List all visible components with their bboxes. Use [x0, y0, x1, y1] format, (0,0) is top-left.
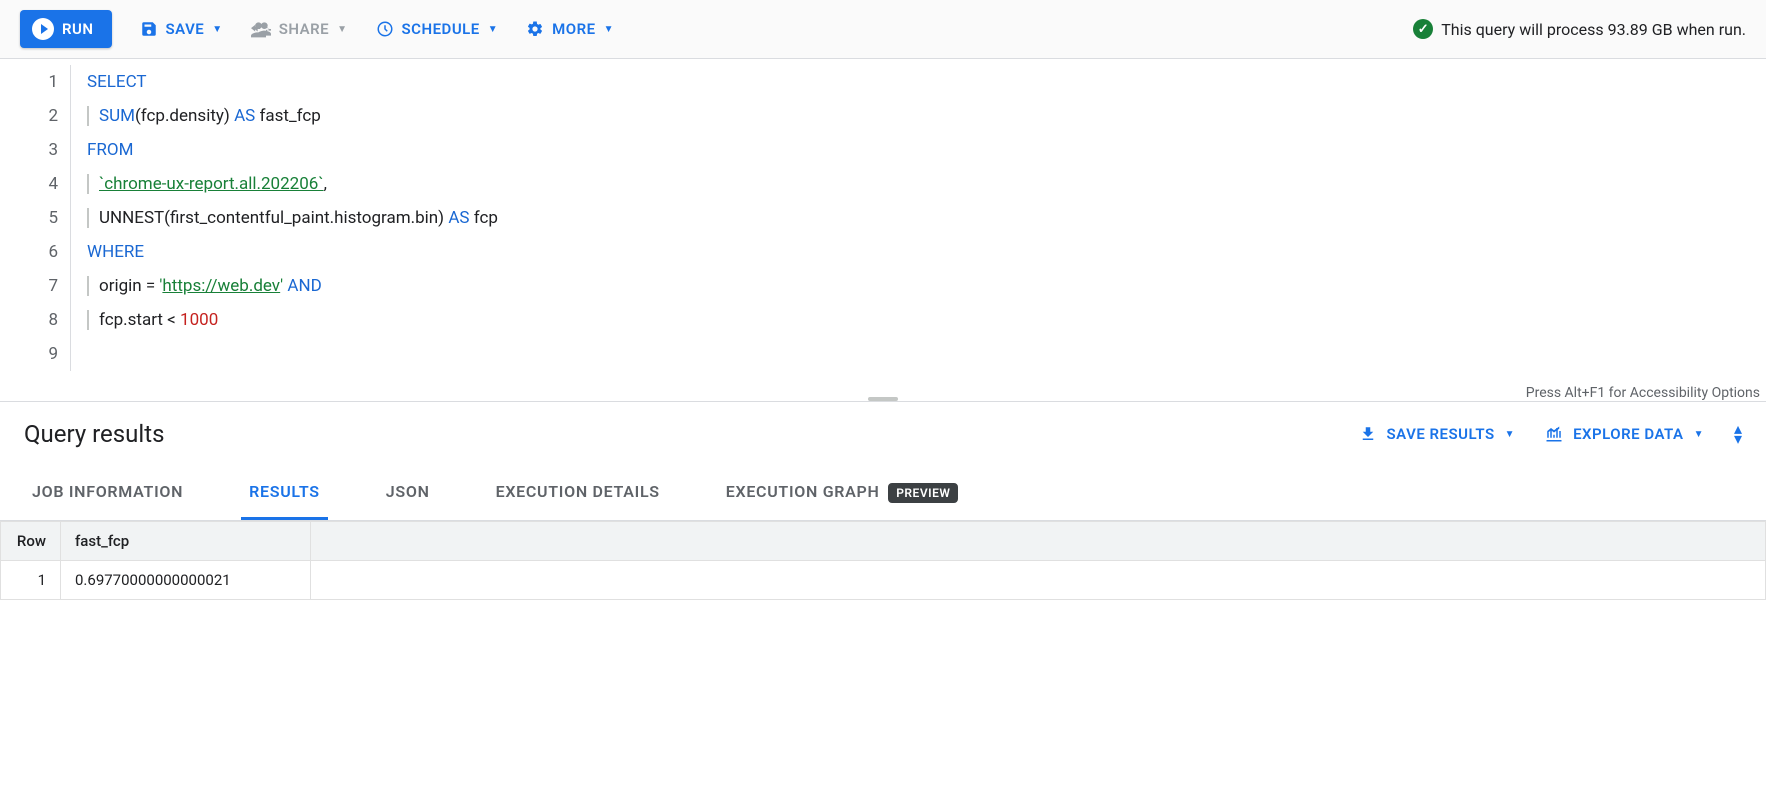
toolbar: RUN SAVE ▼ SHARE ▼ SCHEDULE ▼ MORE ▼ ✓ T… [0, 0, 1766, 59]
results-tabs: JOB INFORMATION RESULTS JSON EXECUTION D… [0, 466, 1766, 521]
chevron-down-icon: ▼ [488, 24, 498, 35]
chart-icon [1545, 425, 1563, 443]
query-status: ✓ This query will process 93.89 GB when … [1413, 19, 1746, 39]
schedule-label: SCHEDULE [402, 20, 480, 38]
tab-results[interactable]: RESULTS [241, 466, 328, 520]
tab-job-information[interactable]: JOB INFORMATION [24, 466, 191, 520]
share-label: SHARE [279, 20, 329, 38]
table-row: 1 0.69770000000000021 [1, 561, 1766, 600]
results-table: Row fast_fcp 1 0.69770000000000021 [0, 521, 1766, 600]
explore-data-label: EXPLORE DATA [1573, 425, 1684, 443]
results-header: Query results SAVE RESULTS ▼ EXPLORE DAT… [0, 402, 1766, 466]
col-fast-fcp: fast_fcp [61, 522, 311, 561]
clock-icon [376, 20, 394, 38]
col-row: Row [1, 522, 61, 561]
gear-icon [526, 20, 544, 38]
results-title: Query results [24, 420, 1329, 448]
cell-row: 1 [1, 561, 61, 600]
chevron-down-icon: ▼ [337, 24, 347, 35]
more-button[interactable]: MORE ▼ [526, 20, 614, 38]
save-results-label: SAVE RESULTS [1387, 425, 1495, 443]
chevron-down-icon: ▼ [1694, 429, 1704, 440]
schedule-button[interactable]: SCHEDULE ▼ [376, 20, 499, 38]
code-area[interactable]: SELECTSUM(fcp.density) AS fast_fcpFROM`c… [70, 65, 1766, 371]
tab-json[interactable]: JSON [378, 466, 438, 520]
explore-data-button[interactable]: EXPLORE DATA ▼ [1545, 425, 1704, 443]
tab-execution-details[interactable]: EXECUTION DETAILS [488, 466, 668, 520]
sql-editor[interactable]: 123456789 SELECTSUM(fcp.density) AS fast… [0, 59, 1766, 402]
save-results-button[interactable]: SAVE RESULTS ▼ [1359, 425, 1516, 443]
status-text: This query will process 93.89 GB when ru… [1441, 20, 1746, 39]
save-icon [140, 20, 158, 38]
line-gutter: 123456789 [0, 65, 70, 371]
table-header-row: Row fast_fcp [1, 522, 1766, 561]
download-icon [1359, 425, 1377, 443]
more-label: MORE [552, 20, 595, 38]
cell-fast-fcp: 0.69770000000000021 [61, 561, 311, 600]
tab-execution-graph-label: EXECUTION GRAPH [726, 482, 880, 501]
save-button[interactable]: SAVE ▼ [140, 20, 223, 38]
resize-grip[interactable] [868, 397, 898, 401]
a11y-hint: Press Alt+F1 for Accessibility Options [1526, 385, 1760, 401]
play-icon [32, 18, 54, 40]
share-icon [251, 19, 271, 39]
save-label: SAVE [166, 20, 205, 38]
preview-badge: PREVIEW [888, 483, 958, 503]
col-empty [311, 522, 1766, 561]
chevron-down-icon: ▼ [1505, 429, 1515, 440]
cell-empty [311, 561, 1766, 600]
share-button[interactable]: SHARE ▼ [251, 19, 348, 39]
expand-collapse-button[interactable]: ▴▾ [1734, 424, 1742, 443]
chevron-down-icon: ▼ [604, 24, 614, 35]
check-icon: ✓ [1413, 19, 1433, 39]
run-label: RUN [62, 20, 94, 38]
tab-execution-graph[interactable]: EXECUTION GRAPH PREVIEW [718, 466, 967, 520]
chevron-down-icon: ▼ [212, 24, 222, 35]
run-button[interactable]: RUN [20, 10, 112, 48]
